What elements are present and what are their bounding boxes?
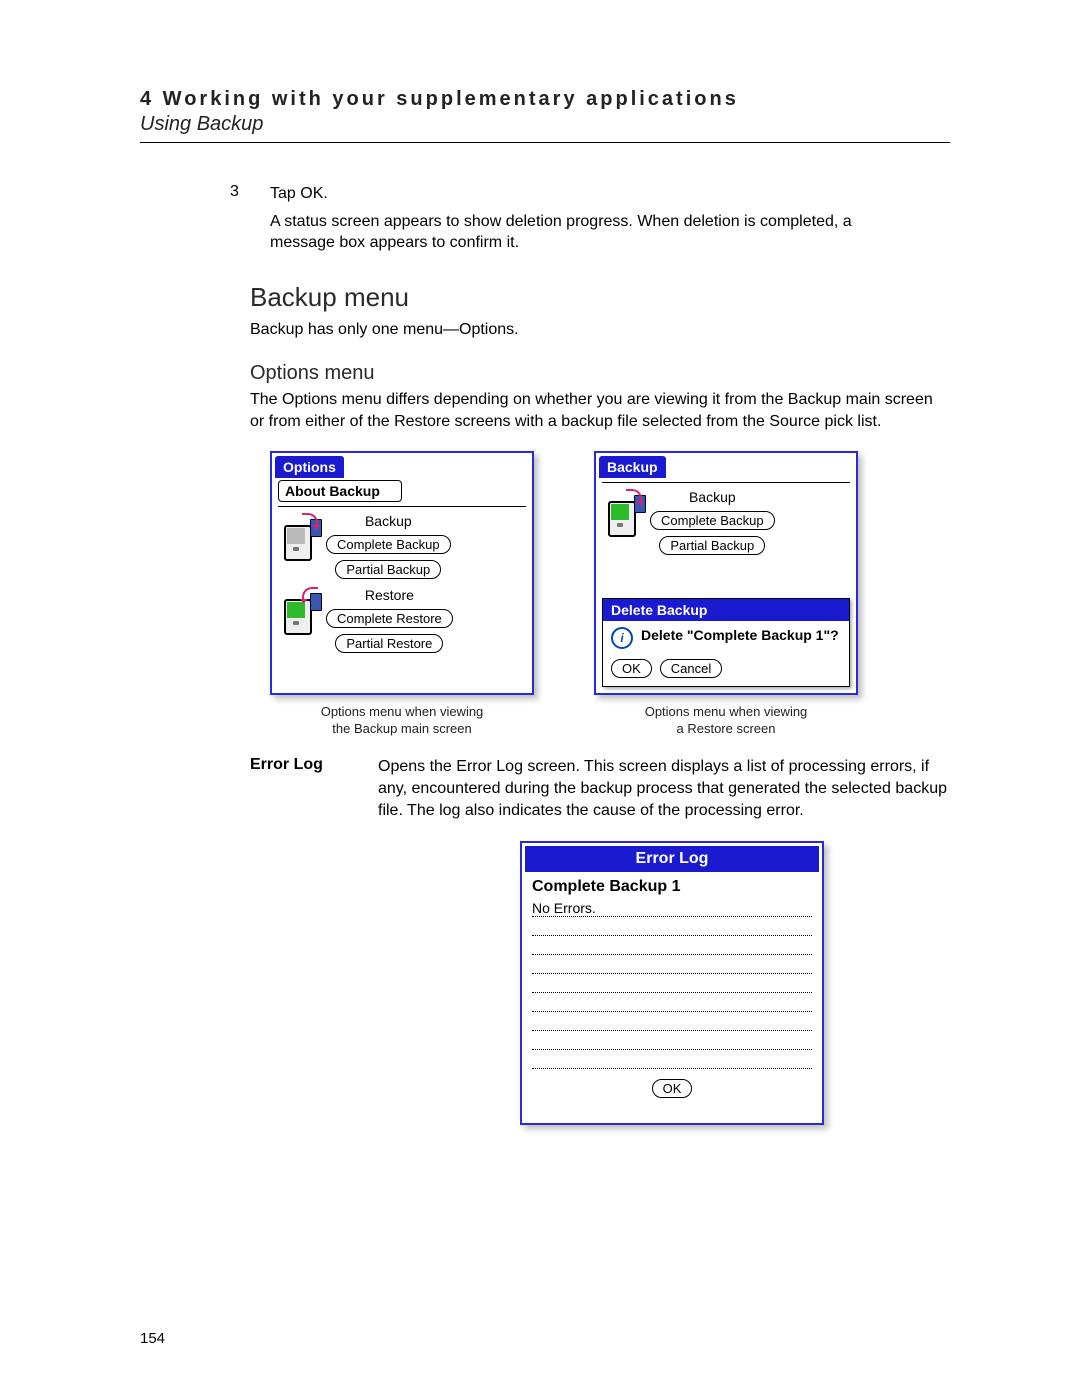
label-restore: Restore [365,587,414,603]
partial-backup-button[interactable]: Partial Backup [335,560,441,579]
screenshot-error-log: Error Log Complete Backup 1 No Errors. O… [520,841,824,1125]
step-3: 3 Tap OK. A status screen appears to sho… [230,183,950,254]
errorlog-line [532,993,812,1012]
errorlog-line [532,1012,812,1031]
dialog-title: Delete Backup [603,599,849,621]
app-title-backup: Backup [599,456,666,478]
screenshot-options-restore: Backup Backup Complete Backup Partial Ba… [594,451,858,738]
pda-backup-icon [604,495,640,539]
complete-backup-button[interactable]: Complete Backup [650,511,775,530]
partial-restore-button[interactable]: Partial Restore [335,634,443,653]
errorlog-line [532,1031,812,1050]
errorlog-line [532,936,812,955]
heading-options-menu: Options menu [250,362,950,385]
delete-backup-dialog: Delete Backup i Delete "Complete Backup … [602,598,850,687]
errorlog-line [532,955,812,974]
errorlog-line-1: No Errors. [532,898,812,917]
pda-backup-icon [280,519,316,563]
info-icon: i [611,627,633,649]
caption-left-line1: Options menu when viewing [270,703,534,721]
errorlog-line [532,974,812,993]
ok-button[interactable]: OK [652,1079,693,1098]
errorlog-subtitle: Complete Backup 1 [522,878,822,898]
menu-item-about-backup[interactable]: About Backup [278,480,402,502]
step-result: A status screen appears to show deletion… [270,211,910,254]
heading-backup-menu: Backup menu [250,282,950,313]
cancel-button[interactable]: Cancel [660,659,722,678]
caption-left-line2: the Backup main screen [270,720,534,738]
running-head: 4 Working with your supplementary applic… [140,88,950,143]
chapter-title: 4 Working with your supplementary applic… [140,88,950,111]
step-instruction: Tap OK. [270,183,910,205]
term-error-log: Error Log [250,756,350,823]
errorlog-title: Error Log [525,846,819,872]
pda-restore-icon [280,593,316,637]
step-number: 3 [230,183,246,254]
complete-backup-button[interactable]: Complete Backup [326,535,451,554]
caption-right-line2: a Restore screen [594,720,858,738]
screenshot-options-main: Options About Backup Backup Complete Bac… [270,451,534,738]
desc-error-log: Opens the Error Log screen. This screen … [378,756,950,823]
options-menu-para: The Options menu differs depending on wh… [250,389,950,432]
ok-button[interactable]: OK [611,659,652,678]
label-backup: Backup [689,489,736,505]
partial-backup-button[interactable]: Partial Backup [659,536,765,555]
caption-right-line1: Options menu when viewing [594,703,858,721]
menu-title-options[interactable]: Options [275,456,344,478]
label-backup: Backup [365,513,412,529]
errorlog-line [532,917,812,936]
section-title: Using Backup [140,113,950,136]
errorlog-line [532,1050,812,1069]
page-number: 154 [140,1330,165,1347]
backup-menu-intro: Backup has only one menu—Options. [250,319,950,341]
complete-restore-button[interactable]: Complete Restore [326,609,453,628]
dialog-message: Delete "Complete Backup 1"? [641,627,839,643]
